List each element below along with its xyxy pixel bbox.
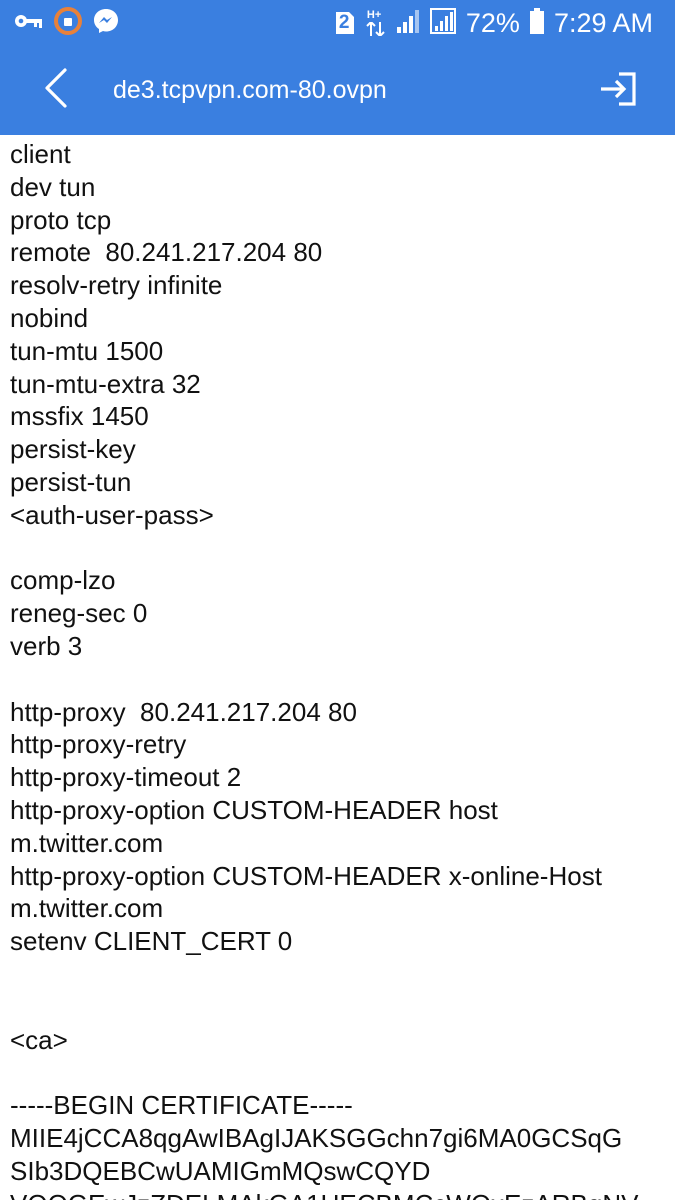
messenger-icon: [92, 7, 120, 40]
clock: 7:29 AM: [553, 8, 653, 38]
system-status-icons: 2 H+ 72% 7:29 AM: [334, 6, 653, 40]
config-line: resolv-retry infinite: [10, 270, 223, 301]
config-line: m.twitter.com: [10, 893, 164, 924]
config-line: mssfix 1450: [10, 401, 149, 432]
battery-icon: [529, 7, 544, 39]
app-notification-icon: [54, 6, 82, 40]
vpn-key-icon: [14, 11, 44, 36]
config-line: [10, 663, 670, 696]
config-line: -----BEGIN CERTIFICATE-----: [10, 1090, 353, 1121]
config-line: reneg-sec 0: [10, 598, 148, 629]
config-line: [10, 958, 670, 991]
config-line: http-proxy-retry: [10, 729, 187, 760]
status-bar: 2 H+ 72% 7:29 AM: [0, 0, 675, 46]
config-line: proto tcp: [10, 204, 112, 235]
battery-percent: 72%: [465, 8, 520, 38]
chevron-left-icon: [41, 67, 71, 114]
config-line: comp-lzo: [10, 565, 116, 596]
config-line: setenv CLIENT_CERT 0: [10, 926, 293, 957]
config-line: http-proxy-option CUSTOM-HEADER host: [10, 794, 498, 825]
config-line: tun-mtu 1500: [10, 335, 164, 366]
config-line: VQQGEwJzZDELMAkGA1UECBMCcWQxEzARBgNV: [10, 1188, 670, 1200]
notification-icons: [14, 6, 120, 40]
config-line: http-proxy-option CUSTOM-HEADER x-online…: [10, 860, 602, 891]
signal-1-icon: [396, 9, 420, 38]
config-line: client: [10, 139, 71, 169]
back-button[interactable]: [30, 64, 82, 116]
config-line: MIIE4jCCA8qgAwIBAgIJAKSGGchn7gi6MA0GCSqG: [10, 1122, 623, 1153]
sim-badge: 2: [338, 12, 350, 33]
config-file-content[interactable]: client dev tun proto tcp remote 80.241.217.…: [10, 138, 670, 1200]
config-line: <ca>: [10, 1024, 68, 1055]
config-line: m.twitter.com: [10, 827, 164, 858]
config-line: tun-mtu-extra 32: [10, 368, 201, 399]
config-line: http-proxy 80.241.217.204 80: [10, 696, 357, 727]
import-button[interactable]: [593, 66, 643, 116]
config-line: <auth-user-pass>: [10, 499, 214, 530]
import-icon: [599, 71, 637, 111]
config-line: remote 80.241.217.204 80: [10, 237, 323, 268]
sim-2-icon: 2: [334, 10, 356, 36]
page-title: de3.tcpvpn.com-80.ovpn: [113, 76, 387, 104]
config-line: persist-key: [10, 434, 136, 465]
network-type-label: H+: [366, 9, 382, 21]
signal-2-icon: [429, 7, 456, 39]
config-line: persist-tun: [10, 466, 132, 497]
data-arrows-icon: H+: [366, 9, 386, 37]
config-line: [10, 1056, 670, 1089]
config-line: verb 3: [10, 630, 83, 661]
config-line: SIb3DQEBCwUAMIGmMQswCQYD: [10, 1155, 431, 1186]
config-line: [10, 532, 670, 565]
config-line: dev tun: [10, 171, 96, 202]
config-line: nobind: [10, 302, 89, 333]
app-bar: de3.tcpvpn.com-80.ovpn: [0, 46, 675, 135]
config-line: [10, 991, 670, 1024]
config-line: http-proxy-timeout 2: [10, 762, 242, 793]
